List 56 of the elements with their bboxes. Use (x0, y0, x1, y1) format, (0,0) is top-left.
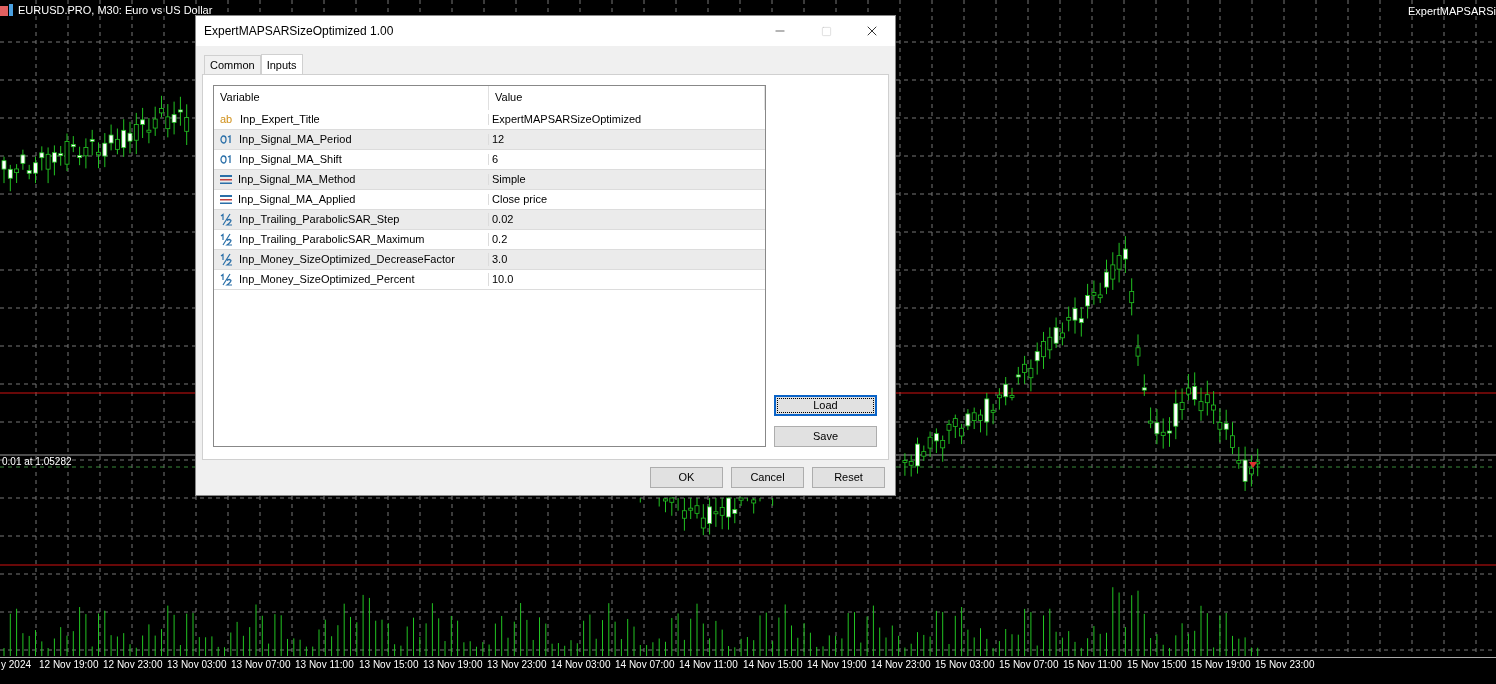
time-axis-label: 13 Nov 15:00 (358, 658, 420, 672)
time-axis-label: 14 Nov 07:00 (614, 658, 676, 672)
table-row[interactable]: Inp_Signal_MA_Period 12 (214, 130, 765, 150)
variable-cell: Inp_Signal_MA_Applied (238, 194, 356, 205)
time-axis-label: 14 Nov 15:00 (742, 658, 804, 672)
time-axis-label: 13 Nov 07:00 (230, 658, 292, 672)
text-type-icon: ab (220, 114, 234, 125)
chart-title: EURUSD.PRO, M30: Euro vs US Dollar (18, 4, 213, 16)
expert-label: ExpertMAPSARSi (1407, 6, 1496, 17)
time-axis-label: 12 Nov 19:00 (38, 658, 100, 672)
time-axis-label: 14 Nov 03:00 (550, 658, 612, 672)
window-title: ExpertMAPSARSizeOptimized 1.00 (203, 23, 395, 40)
variable-cell: Inp_Signal_MA_Period (239, 134, 352, 145)
time-axis-label: 15 Nov 19:00 (1190, 658, 1252, 672)
dialog-button[interactable]: Cancel (731, 467, 804, 488)
value-cell-text: 10.0 (491, 274, 514, 285)
value-cell-text: ExpertMAPSARSizeOptimized (491, 114, 642, 125)
table-row[interactable]: Inp_Money_SizeOptimized_Percent 10.0 (214, 270, 765, 290)
variable-cell: Inp_Trailing_ParabolicSAR_Maximum (239, 234, 425, 245)
time-axis-label: 14 Nov 23:00 (870, 658, 932, 672)
trade-label: 0.01 at 1.05282 (2, 457, 72, 467)
time-axis-label: 15 Nov 07:00 (998, 658, 1060, 672)
time-axis-label: 13 Nov 03:00 (166, 658, 228, 672)
value-cell-text: 0.2 (491, 234, 508, 245)
time-axis-label: y 2024 (0, 658, 33, 672)
file-button[interactable]: Save (774, 426, 877, 447)
table-row[interactable]: Inp_Money_SizeOptimized_DecreaseFactor 3.0 (214, 250, 765, 270)
time-axis-label: 12 Nov 23:00 (102, 658, 164, 672)
value-cell-text: Close price (491, 194, 548, 205)
table-row[interactable]: Inp_Trailing_ParabolicSAR_Maximum 0.2 (214, 230, 765, 250)
time-axis-label: 13 Nov 11:00 (294, 658, 355, 672)
dialog-button[interactable]: Reset (812, 467, 885, 488)
time-axis-label: 15 Nov 15:00 (1126, 658, 1188, 672)
value-cell-text: 3.0 (491, 254, 508, 265)
value-cell-text: Simple (491, 174, 526, 185)
variable-cell: Inp_Money_SizeOptimized_Percent (239, 274, 415, 285)
time-axis-label: 13 Nov 23:00 (486, 658, 548, 672)
tab[interactable]: Common (204, 55, 261, 74)
variable-cell: Inp_Trailing_ParabolicSAR_Step (239, 214, 400, 225)
table-row[interactable]: Inp_Trailing_ParabolicSAR_Step 0.02 (214, 210, 765, 230)
time-axis-label: 15 Nov 03:00 (934, 658, 996, 672)
value-cell-text: 6 (491, 154, 499, 165)
variable-cell: Inp_Signal_MA_Shift (239, 154, 342, 165)
time-axis-label: 15 Nov 23:00 (1254, 658, 1316, 672)
time-axis-label: 14 Nov 11:00 (678, 658, 739, 672)
time-axis-label: 14 Nov 19:00 (806, 658, 868, 672)
time-axis-label: 13 Nov 19:00 (422, 658, 484, 672)
time-axis-label: 15 Nov 11:00 (1062, 658, 1123, 672)
dialog-button[interactable]: OK (650, 467, 723, 488)
value-cell-text: 12 (491, 134, 505, 145)
variable-cell: Inp_Signal_MA_Method (238, 174, 356, 185)
variable-cell: Inp_Money_SizeOptimized_DecreaseFactor (239, 254, 455, 265)
table-row[interactable]: Inp_Signal_MA_Method Simple (214, 170, 765, 190)
variable-cell: Inp_Expert_Title (240, 114, 320, 125)
value-cell-text: 0.02 (491, 214, 514, 225)
file-button[interactable]: Load (774, 395, 877, 416)
